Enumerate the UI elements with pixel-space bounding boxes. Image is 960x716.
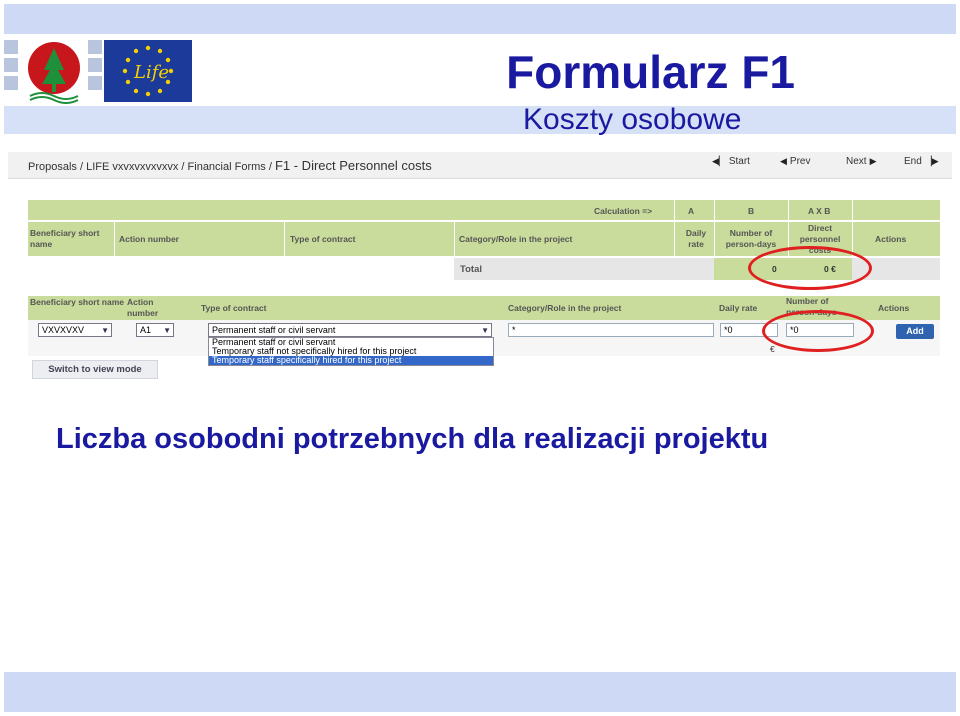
breadcrumb-path[interactable]: Proposals / LIFE vxvxvxvxvxvx / Financia… bbox=[28, 161, 275, 173]
action-number-select[interactable]: A1 ▼ bbox=[136, 323, 174, 337]
calc-axb: A X B bbox=[808, 206, 831, 216]
calc-b: B bbox=[748, 206, 755, 216]
in-hdr-daily-rate: Daily rate bbox=[719, 303, 758, 313]
in-hdr-category-role: Category/Role in the project bbox=[508, 303, 622, 313]
slide-title: Formularz F1 bbox=[506, 46, 795, 98]
chevron-down-icon: ▼ bbox=[101, 326, 109, 335]
highlight-circle-total bbox=[748, 246, 872, 290]
euro-label: € bbox=[770, 344, 775, 354]
hdr-category-role: Category/Role in the project bbox=[459, 234, 573, 244]
life-eu-logo-icon: Life bbox=[104, 40, 192, 102]
in-hdr-beneficiary: Beneficiary short name bbox=[30, 297, 125, 307]
prev-arrow-icon: ◀ bbox=[780, 156, 787, 166]
category-role-input[interactable]: * bbox=[508, 323, 714, 337]
chevron-down-icon: ▼ bbox=[163, 326, 171, 335]
dropdown-option-highlighted[interactable]: Temporary staff specifically hired for t… bbox=[209, 356, 493, 365]
end-arrow-icon: ▕▶ bbox=[924, 156, 939, 166]
hdr-action-number: Action number bbox=[119, 234, 179, 244]
pager-prev-button[interactable]: ◀ Prev bbox=[780, 156, 810, 167]
slide-caption: Liczba osobodni potrzebnych dla realizac… bbox=[56, 423, 769, 455]
highlight-circle-input bbox=[762, 310, 874, 352]
next-arrow-icon: ▶ bbox=[869, 156, 877, 166]
add-button[interactable]: Add bbox=[896, 324, 934, 339]
switch-to-view-mode-button[interactable]: Switch to view mode bbox=[32, 360, 158, 379]
start-arrow-icon: ◀▏ bbox=[712, 156, 726, 166]
in-hdr-action-number: Action number bbox=[127, 297, 159, 318]
ministry-emblem-icon bbox=[28, 42, 80, 104]
calc-a: A bbox=[688, 206, 695, 216]
pager-end-button[interactable]: End ▕▶ bbox=[904, 156, 939, 167]
pager-start-button[interactable]: ◀▏ Start bbox=[712, 156, 750, 167]
contract-type-dropdown[interactable]: Permanent staff or civil servant Tempora… bbox=[208, 337, 494, 366]
bottom-band bbox=[4, 672, 956, 712]
contract-type-select[interactable]: Permanent staff or civil servant ▼ bbox=[208, 323, 492, 337]
calc-row bbox=[28, 200, 940, 220]
in-hdr-contract-type: Type of contract bbox=[201, 303, 267, 313]
svg-text:Life: Life bbox=[133, 62, 169, 83]
breadcrumb: Proposals / LIFE vxvxvxvxvxvx / Financia… bbox=[28, 158, 432, 173]
in-hdr-actions: Actions bbox=[878, 303, 910, 313]
pager-next-button[interactable]: Next ▶ bbox=[846, 156, 876, 167]
form-screenshot: Proposals / LIFE vxvxvxvxvxvx / Financia… bbox=[8, 152, 952, 384]
beneficiary-select[interactable]: VXVXVXV ▼ bbox=[38, 323, 112, 337]
total-label: Total bbox=[460, 264, 482, 275]
top-band-lower bbox=[4, 106, 956, 134]
hdr-contract-type: Type of contract bbox=[290, 234, 356, 244]
slide-subtitle: Koszty osobowe bbox=[523, 103, 742, 136]
hdr-actions: Actions bbox=[875, 234, 907, 244]
top-band bbox=[4, 4, 956, 34]
hdr-daily-rate: Daily rate bbox=[685, 228, 707, 249]
chevron-down-icon: ▼ bbox=[481, 326, 489, 335]
hdr-beneficiary: Beneficiary short name bbox=[30, 228, 100, 249]
hdr-person-days: Number of person-days bbox=[725, 228, 777, 249]
calc-label: Calculation => bbox=[594, 206, 653, 216]
breadcrumb-bar: Proposals / LIFE vxvxvxvxvxvx / Financia… bbox=[8, 152, 952, 179]
breadcrumb-current: F1 - Direct Personnel costs bbox=[274, 158, 432, 173]
logo-area: Life bbox=[4, 40, 194, 106]
